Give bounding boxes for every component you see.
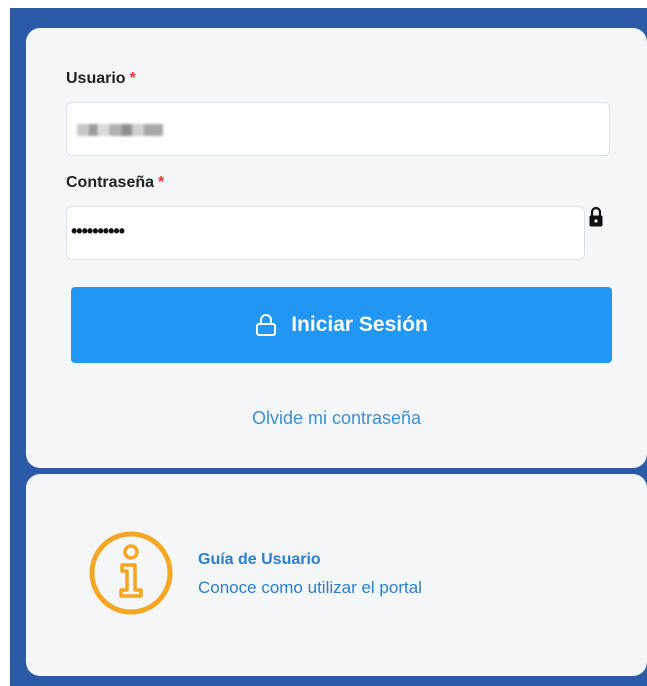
password-masked-value: •••••••••• [71,221,125,241]
required-asterisk: * [129,70,136,87]
required-asterisk: * [158,174,165,191]
login-button[interactable]: Iniciar Sesión [71,287,612,363]
lock-icon [256,314,277,336]
username-label: Usuario * [66,70,136,88]
login-button-label: Iniciar Sesión [291,313,428,336]
user-guide-subtitle[interactable]: Conoce como utilizar el portal [198,578,422,598]
user-guide-title[interactable]: Guía de Usuario [198,551,321,569]
login-card: Usuario * Contraseña * •••••••••• Iniciar … [26,28,647,468]
forgot-password-link[interactable]: Olvide mi contraseña [26,408,647,429]
password-field[interactable]: •••••••••• [66,206,585,260]
username-label-text: Usuario [66,70,126,87]
password-label-text: Contraseña [66,174,155,191]
user-guide-card[interactable]: Guía de Usuario Conoce como utilizar el … [26,474,647,676]
info-icon [89,531,173,615]
lock-icon [589,206,603,227]
username-field[interactable] [66,102,610,156]
password-label: Contraseña * [66,174,164,192]
redacted-username [77,124,163,136]
